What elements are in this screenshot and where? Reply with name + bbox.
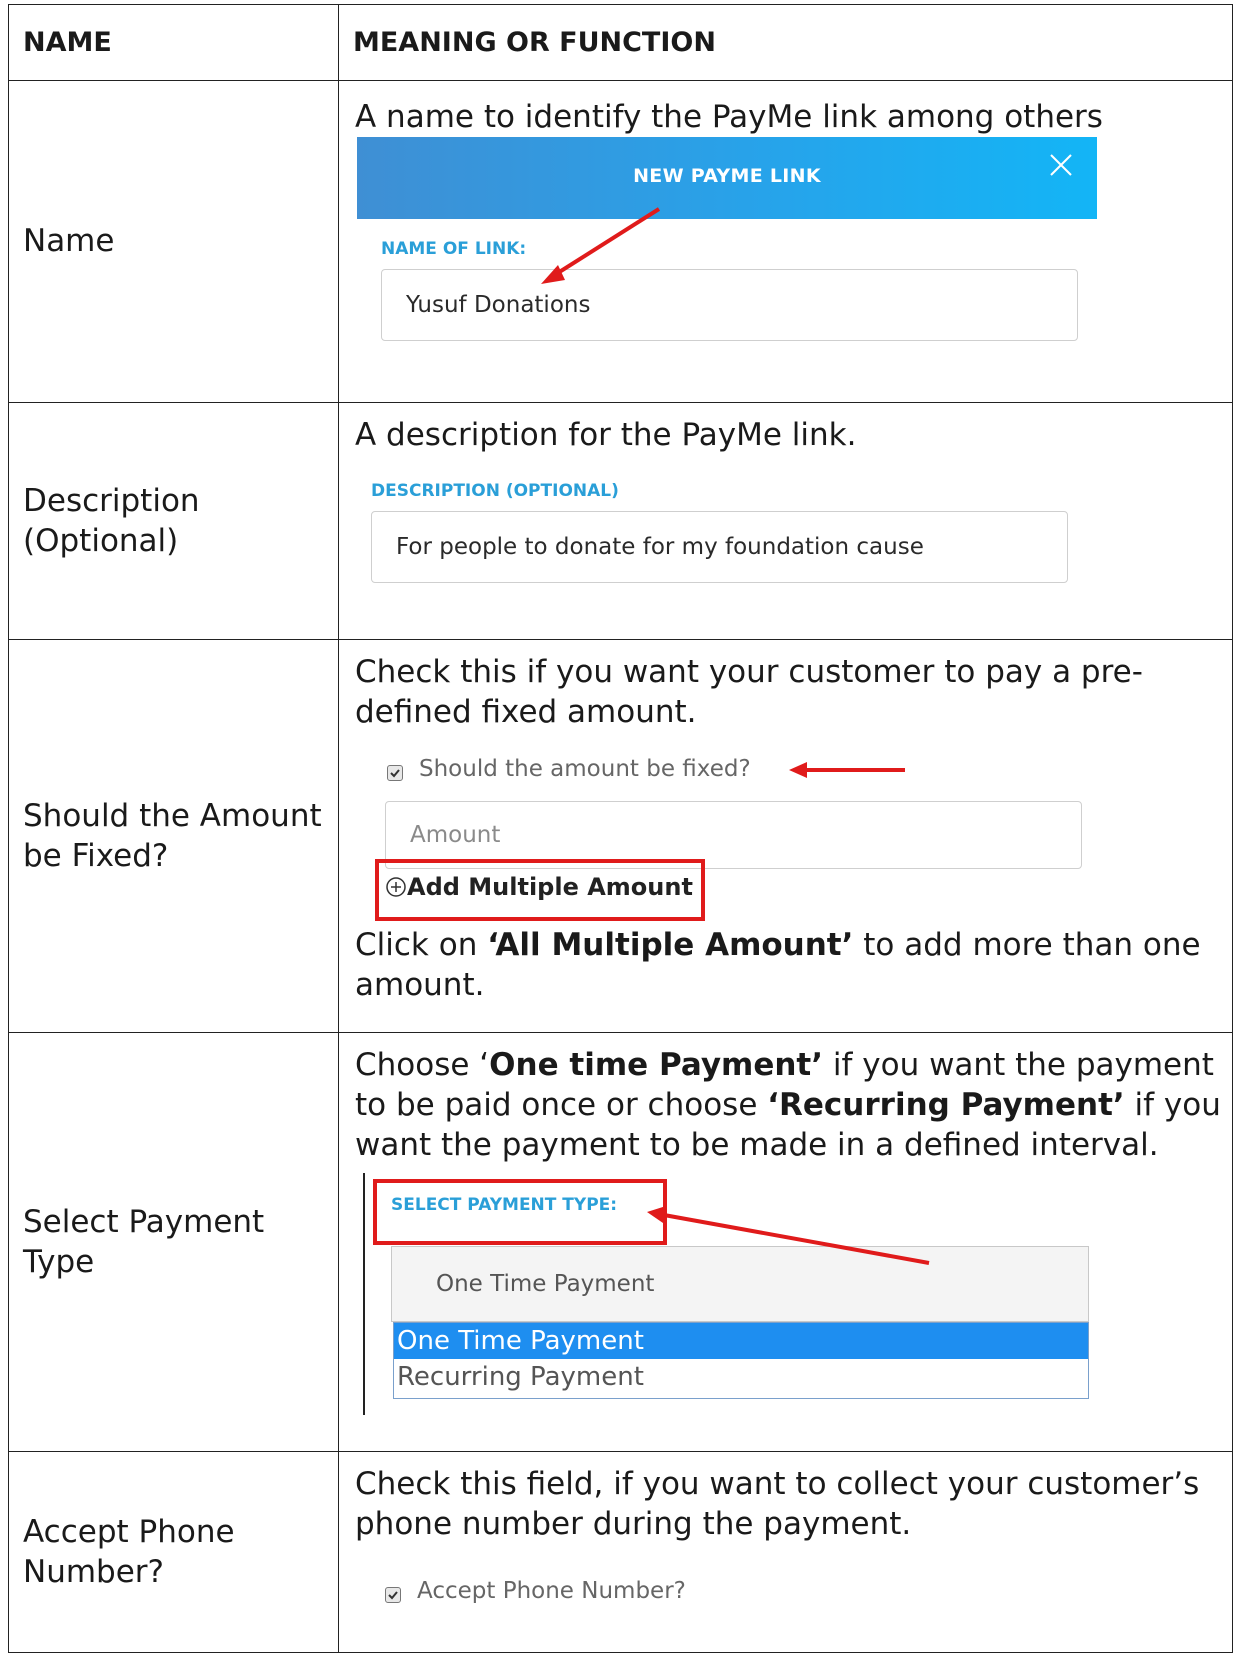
payment-type-options: One Time Payment Recurring Payment <box>393 1321 1089 1399</box>
row-description-line1: Check this field, if you want to collect… <box>355 1465 1200 1502</box>
row-content-name: A name to identify the PayMe link among … <box>338 79 1233 403</box>
row-label-phone: Accept Phone Number? <box>8 1450 339 1653</box>
table-header-row: NAME MEANING OR FUNCTION <box>8 4 1233 81</box>
table-row: Accept Phone Number? Check this field, i… <box>8 1450 1233 1653</box>
row-note-line1: Click on ‘All Multiple Amount’ to add mo… <box>355 927 1201 964</box>
row-label-name: Name <box>8 79 339 403</box>
row-note-line2: amount. <box>355 967 485 1004</box>
row-content-description: A description for the PayMe link. DESCRI… <box>338 401 1233 641</box>
add-multiple-amount-button[interactable]: Add Multiple Amount <box>385 873 693 901</box>
header-name: NAME <box>8 4 339 81</box>
row-label-fixed: Should the Amount be Fixed? <box>8 639 339 1033</box>
accept-phone-label: Accept Phone Number? <box>417 1577 686 1604</box>
arrow-annotation <box>541 206 661 284</box>
row-label-payment-type: Select Payment Type <box>8 1031 339 1452</box>
plus-circle-icon <box>386 877 406 897</box>
checkmark-icon <box>388 1591 398 1600</box>
table-row: Select Payment Type Choose ‘One time Pay… <box>8 1031 1233 1452</box>
row-content-payment-type: Choose ‘One time Payment’ if you want th… <box>338 1031 1233 1452</box>
row-label-description: Description (Optional) <box>8 401 339 641</box>
header-meaning: MEANING OR FUNCTION <box>338 4 1233 81</box>
description-label: DESCRIPTION (OPTIONAL) <box>371 480 619 501</box>
row-content-fixed: Check this if you want your customer to … <box>338 639 1233 1033</box>
row-content-phone: Check this field, if you want to collect… <box>338 1450 1233 1653</box>
table-row: Name A name to identify the PayMe link a… <box>8 79 1233 403</box>
table-row: Should the Amount be Fixed? Check this i… <box>8 639 1233 1033</box>
accept-phone-checkbox[interactable] <box>385 1586 401 1603</box>
option-recurring-payment[interactable]: Recurring Payment <box>394 1359 1088 1395</box>
reference-table: NAME MEANING OR FUNCTION Name A name to … <box>8 4 1233 1653</box>
row-description-line2: phone number during the payment. <box>355 1505 912 1542</box>
row-description: A description for the PayMe link. <box>355 416 857 453</box>
table-row: Description (Optional) A description for… <box>8 401 1233 641</box>
arrow-annotation <box>647 1205 930 1265</box>
description-input[interactable]: For people to donate for my foundation c… <box>371 510 1068 583</box>
